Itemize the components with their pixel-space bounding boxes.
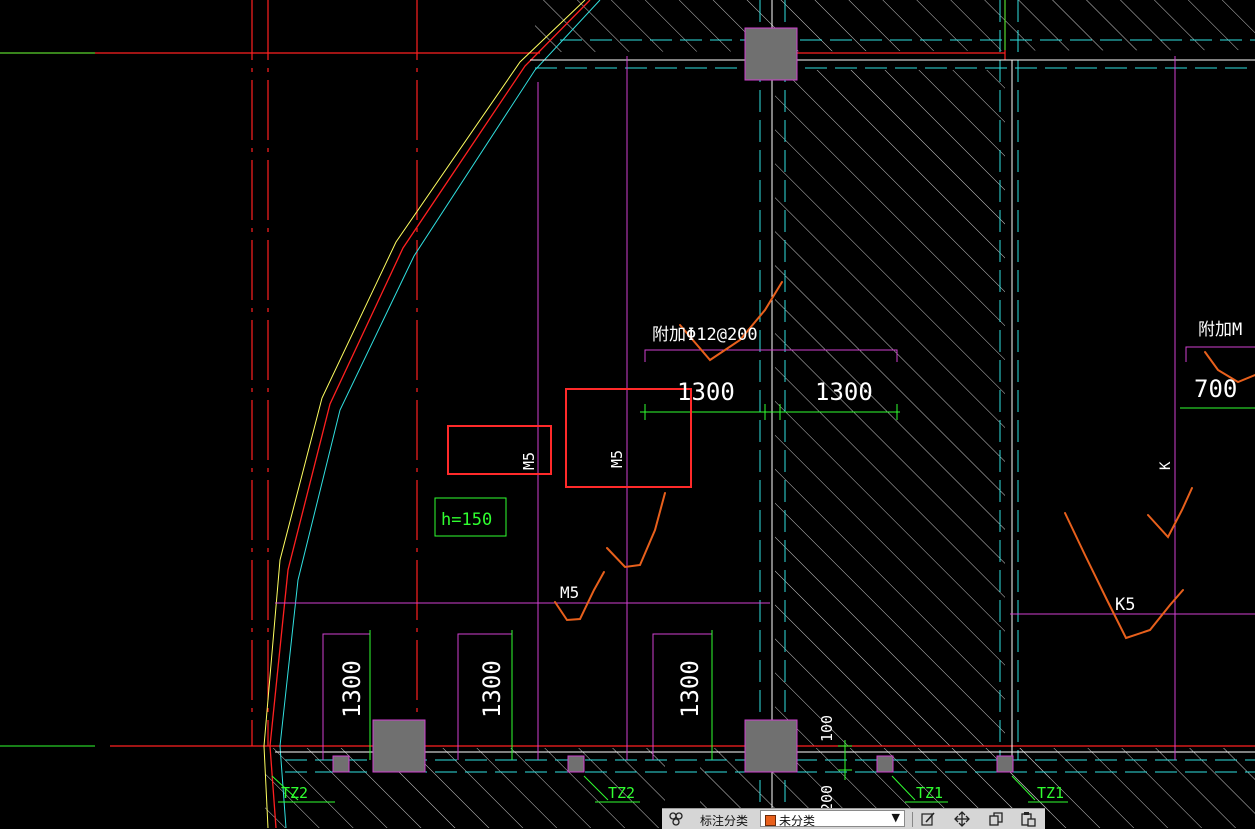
toolbar-divider [912, 812, 913, 827]
dim-text-v-2: 1300 [478, 660, 506, 718]
curved-edges [263, 0, 601, 828]
label-tz1-b: TZ1 [1037, 784, 1064, 802]
highlight-box-2 [565, 388, 692, 488]
layers-icon[interactable] [668, 811, 684, 827]
category-color-swatch [765, 815, 776, 826]
markup-check-2 [606, 492, 666, 569]
annotation-toolbar: 标注分类 未分类 ▼ [662, 808, 1045, 829]
height-note: h=150 [441, 510, 492, 530]
label-tz2-a: TZ2 [281, 784, 308, 802]
label-k5: K5 [1115, 595, 1135, 615]
column-small-3[interactable] [876, 755, 894, 773]
markup-check-1 [679, 281, 783, 362]
label-m5-bottom: M5 [560, 583, 579, 602]
hatch-region-top [530, 0, 1255, 52]
column-bottom-left[interactable] [372, 719, 426, 773]
label-tz1-a: TZ1 [916, 784, 943, 802]
edge-yellow [263, 0, 586, 828]
label-tz2-b: TZ2 [608, 784, 635, 802]
category-label: 标注分类 [700, 814, 749, 828]
move-icon[interactable] [954, 811, 970, 827]
column-small-2[interactable] [567, 755, 585, 773]
label-m5-box2: M5 [608, 450, 626, 468]
label-k: K [1158, 461, 1174, 470]
dim-text-v-1: 1300 [338, 660, 366, 718]
dim-text-v-3: 1300 [676, 660, 704, 718]
column-small-4[interactable] [996, 755, 1014, 773]
category-value: 未分类 [779, 814, 816, 828]
label-m5-box1: M5 [520, 452, 538, 470]
beam-edges [285, 0, 1255, 828]
rebar-note-1: 附加Φ12@200 [652, 325, 758, 345]
category-select[interactable]: 未分类 ▼ [760, 810, 905, 828]
paste-icon[interactable] [1020, 811, 1036, 827]
dim-text-1300-b: 1300 [815, 378, 873, 406]
dim-text-100: 100 [818, 715, 836, 742]
markup-check-4 [1064, 512, 1184, 640]
cad-drawing-canvas[interactable]: 附加Φ12@200 附加M 1300 1300 700 1300 1300 13… [0, 0, 1255, 828]
dim-text-1300-a: 1300 [677, 378, 735, 406]
column-bottom-mid[interactable] [744, 719, 798, 773]
markup-check-5 [1147, 487, 1193, 539]
hatch-region-middle [775, 70, 1005, 746]
rebar-note-2: 附加M [1198, 320, 1242, 340]
column-top[interactable] [744, 27, 798, 81]
copy-icon[interactable] [988, 811, 1004, 827]
edit-icon[interactable] [920, 811, 936, 827]
chevron-down-icon: ▼ [891, 811, 900, 824]
highlight-boxes [447, 388, 692, 488]
dim-text-700: 700 [1194, 375, 1237, 403]
rebar-bracket-2 [1185, 346, 1255, 362]
column-small-1[interactable] [332, 755, 350, 773]
